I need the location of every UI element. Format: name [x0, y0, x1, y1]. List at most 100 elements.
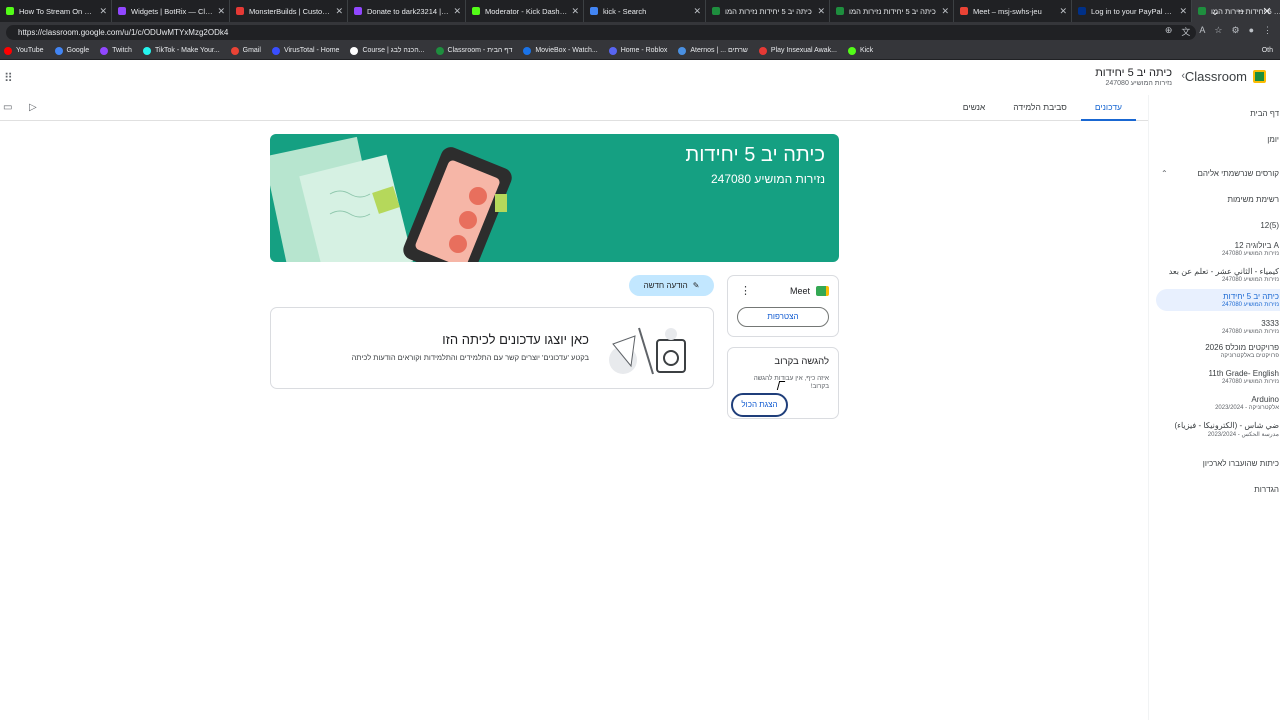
close-icon[interactable]: ✕ [1254, 5, 1280, 18]
tab-favicon-icon [1078, 7, 1086, 15]
bookmark-item[interactable]: Home - Roblox [605, 46, 675, 55]
url-input[interactable]: https://classroom.google.com/u/1/c/ODUwM… [6, 24, 1196, 40]
meet-card: Meet ⋮ הצטרפות [727, 275, 839, 337]
tab-title: כיתה יב 5 יחידות נזירות המו [849, 6, 936, 16]
calendar-icon[interactable]: ▭ [3, 102, 12, 113]
header-course-title: כיתה יב 5 יחידות [1095, 67, 1172, 79]
sidebar-item[interactable]: כיתה יב 5 יחידות נזירות המושיע 247080 [1156, 289, 1280, 311]
browser-tab[interactable]: Moderator - Kick Dashboard✕ [466, 0, 584, 22]
tab-close-icon[interactable]: ✕ [99, 6, 107, 17]
join-meet-button[interactable]: הצטרפות [737, 307, 829, 327]
tab-title: Widgets | BotRix — Cloud Str [131, 6, 214, 16]
sidebar-item[interactable]: 12(5) [1156, 221, 1280, 230]
bookmark-item[interactable]: Play Insexual Awak... [755, 46, 844, 55]
sidebar-item[interactable]: הגדרות [1156, 485, 1280, 494]
sidebar-item[interactable]: כיתות שהועברו לארכיון [1156, 459, 1280, 468]
sidebar-item[interactable]: דף הבית [1156, 109, 1280, 118]
browser-tab[interactable]: MonsterBuilds | Custom Gam ✕ [230, 0, 348, 22]
bookmark-item[interactable]: VirusTotal - Home [268, 46, 347, 55]
sidebar-item[interactable]: קורסים שנרשמתי אליהם [1156, 169, 1280, 178]
browser-tab[interactable]: Meet – msj-swhs-jeu ✕ [954, 0, 1072, 22]
tab-close-icon[interactable]: ✕ [335, 6, 343, 17]
browser-tab[interactable]: kick - Search ✕ [584, 0, 706, 22]
upcoming-text: איזה כיף, אין עבודות להגשה בקרוב! [753, 375, 829, 390]
menu-icon[interactable]: ⋮ [1263, 25, 1272, 38]
tab-close-icon[interactable]: ✕ [693, 6, 701, 17]
sidebar-item[interactable]: ضي شاس - (الكترونيكا - فيزياء) 2023/2024 … [1156, 421, 1280, 438]
header-course[interactable]: כיתה יב 5 יחידות נזירות המושיע 247080 [1095, 67, 1172, 87]
empty-stream-title: כאן יוצגו עדכונים לכיתה הזו [442, 332, 589, 347]
tab-title: Meet – msj-swhs-jeu [973, 6, 1042, 16]
video-icon[interactable]: ▷ [29, 102, 37, 113]
sidebar-item[interactable]: יומן [1156, 135, 1280, 144]
chevron-up-icon[interactable]: ⌃ [1161, 169, 1168, 178]
app-header: ⠿ כיתה יב 5 יחידות נזירות המושיע 247080 … [0, 61, 1280, 95]
other-bookmarks[interactable]: Oth [1258, 47, 1280, 54]
apps-grid-icon[interactable]: ⠿ [4, 71, 13, 85]
sidebar-item[interactable]: ביולוגיה 12 A נזירות המושיע 247080 [1156, 241, 1280, 257]
profile-icon[interactable]: ● [1249, 25, 1254, 38]
url-toolbar-icons: ⊕ 文 A ☆ ⚙ ● ⋮ [1165, 25, 1272, 38]
course-tab[interactable]: עדכונים [1080, 95, 1136, 121]
sidebar-item[interactable]: פרויקטים מוכלס 2026 פרויקטים באלקטרוניקה [1156, 343, 1280, 359]
browser-tab[interactable]: Donate to dark23214 | BotRi ✕ [348, 0, 466, 22]
course-tab[interactable]: סביבת הלמידה [999, 95, 1081, 121]
tab-title: Donate to dark23214 | BotRi [367, 6, 449, 16]
sidebar-item[interactable]: كيمياء - الثاني عشر - تعلم عن بعد נזירות … [1156, 267, 1280, 283]
tab-close-icon[interactable]: ✕ [817, 6, 825, 17]
bookmark-item[interactable]: Google [51, 46, 97, 55]
browser-tab[interactable]: כיתה יב 5 יחידות נזירות המו ✕ [706, 0, 830, 22]
star-icon[interactable]: ☆ [1214, 25, 1222, 38]
zoom-icon[interactable]: ⊕ [1165, 25, 1173, 38]
tab-close-icon[interactable]: ✕ [1059, 6, 1067, 17]
tab-close-icon[interactable]: ✕ [1179, 6, 1187, 17]
tab-close-icon[interactable]: ✕ [571, 6, 579, 17]
tab-favicon-icon [354, 7, 362, 15]
bookmark-label: Aternos | ... שרתים [690, 47, 748, 54]
bookmark-item[interactable]: Aternos | ... שרתים [674, 46, 755, 55]
bookmark-item[interactable]: TikTok - Make Your... [139, 46, 227, 55]
bookmark-item[interactable]: MovieBox - Watch... [519, 46, 604, 55]
sidebar-item[interactable]: 3333 נזירות המושיע 247080 [1156, 319, 1280, 335]
bookmark-item[interactable]: Gmail [227, 46, 268, 55]
chevron-down-icon[interactable]: ⌄ [1202, 5, 1228, 18]
bookmark-label: MovieBox - Watch... [535, 47, 598, 54]
sidebar-item[interactable]: רשימת משימות [1156, 195, 1280, 204]
new-announcement-button[interactable]: ✎ הודעה חדשה [629, 275, 714, 296]
illustration-bubble [665, 328, 677, 340]
browser-tab[interactable]: כיתה יב 5 יחידות נזירות המו ✕ [830, 0, 954, 22]
sidebar-item-sub: נזירות המושיע 247080 [1221, 329, 1279, 335]
sidebar-item[interactable]: 11th Grade- English נזירות המושיע 247080 [1156, 369, 1280, 385]
minimize-icon[interactable]: – [1228, 5, 1254, 17]
bookmark-item[interactable]: Twitch [96, 46, 139, 55]
browser-tab[interactable]: How To Stream On Kick (For B ✕ [0, 0, 112, 22]
brand-name: Classroom [1184, 69, 1247, 84]
bookmark-item[interactable]: Course | הכנה לבג... [346, 46, 431, 55]
course-tab[interactable]: אנשים [949, 95, 999, 121]
tab-favicon-icon [236, 7, 244, 15]
sidebar-item[interactable]: Arduino 2023/2024 - אלקטרוניקה [1156, 395, 1280, 411]
sidebar-item-label: רשימת משימות [1227, 195, 1279, 204]
bookmark-item[interactable]: Kick [844, 46, 880, 55]
bookmark-label: Home - Roblox [620, 47, 668, 54]
tab-close-icon[interactable]: ✕ [941, 6, 949, 17]
classroom-brand[interactable]: Classroom [1185, 69, 1266, 84]
translate-icon[interactable]: 文 [1181, 25, 1190, 38]
tab-favicon-icon [836, 7, 844, 15]
tab-close-icon[interactable]: ✕ [453, 6, 461, 17]
browser-tab[interactable]: Log in to your PayPal account✕ [1072, 0, 1192, 22]
reader-icon[interactable]: A [1199, 25, 1205, 38]
url-text: https://classroom.google.com/u/1/c/ODUwM… [18, 27, 229, 37]
tab-title: kick - Search [603, 6, 647, 16]
bookmark-item[interactable]: YouTube [0, 46, 51, 55]
sidebar-item-sub: נזירות המושיע 247080 [1221, 302, 1279, 308]
browser-tab[interactable]: Widgets | BotRix — Cloud Str✕ [112, 0, 230, 22]
sidebar-item-sub: 2023/2024 - مدرسة الحكس [1207, 432, 1279, 438]
sidebar-item-label: 3333 [1261, 319, 1279, 328]
bookmark-item[interactable]: Classroom - דף הבית [432, 46, 520, 55]
view-all-button[interactable]: הצגת הכול [731, 393, 788, 417]
extensions-icon[interactable]: ⚙ [1231, 25, 1239, 38]
classroom-page: ⠿ כיתה יב 5 יחידות נזירות המושיע 247080 … [0, 61, 1280, 720]
tab-close-icon[interactable]: ✕ [217, 6, 225, 17]
more-options-icon[interactable]: ⋮ [740, 284, 751, 297]
